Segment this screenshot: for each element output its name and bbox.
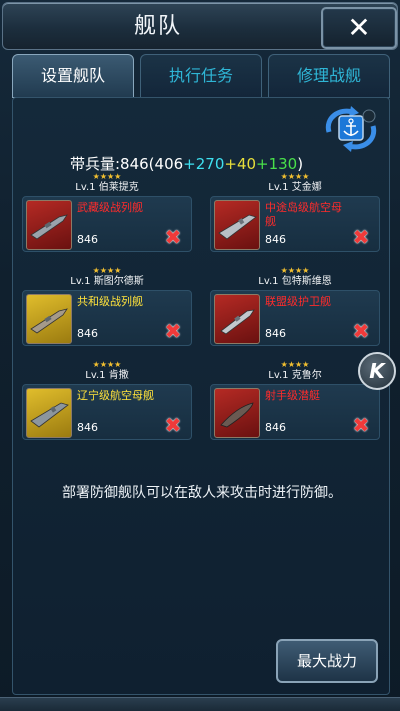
window-title: 舰队: [133, 14, 182, 39]
fleet-slot-6: ★★★★ Lv.1 克鲁尔 射手级潜艇 846 ✖: [210, 360, 380, 440]
tab-repair-warship[interactable]: 修理战舰: [268, 54, 390, 98]
commander-name: Lv.1 肯撒: [85, 370, 129, 381]
ship-name: 联盟级护卫舰: [265, 295, 331, 308]
battleship-thumbnail: [26, 294, 72, 344]
ship-card[interactable]: 联盟级护卫舰 846 ✖: [210, 290, 380, 346]
ship-power: 846: [265, 327, 286, 340]
ship-name: 武藏级战列舰: [77, 201, 143, 214]
tab-setup-fleet[interactable]: 设置舰队: [12, 54, 134, 98]
star-rating: ★★★★: [92, 266, 122, 275]
remove-icon[interactable]: ✖: [351, 321, 371, 341]
bottom-border: [0, 697, 400, 711]
troop-bonus-3: +130: [256, 155, 298, 173]
troop-bonus-1: +270: [183, 155, 225, 173]
commander-level: ★★★★ Lv.1 艾金娜: [210, 172, 380, 196]
ship-name: 共和级战列舰: [77, 295, 143, 308]
ship-card[interactable]: 中途岛级航空母舰 846 ✖: [210, 196, 380, 252]
star-rating: ★★★★: [280, 172, 310, 181]
anchor-swap-icon[interactable]: [321, 104, 381, 154]
battleship-thumbnail: [26, 200, 72, 250]
max-power-button[interactable]: 最大战力: [276, 639, 378, 683]
fleet-slot-4: ★★★★ Lv.1 包特斯维恩 联盟级护卫舰 846 ✖: [210, 266, 380, 346]
fleet-window: 舰队 ✕ 设置舰队 执行任务 修理战舰 带兵量:846(406+270+40+1…: [0, 0, 400, 711]
troop-capacity: 带兵量:846(406+270+40+130): [70, 153, 303, 173]
title-bar: 舰队 ✕: [2, 2, 398, 50]
troop-bonus-2: +40: [224, 155, 257, 173]
star-rating: ★★★★: [92, 172, 122, 181]
close-button[interactable]: ✕: [321, 7, 397, 49]
carrier-thumbnail: [26, 388, 72, 438]
commander-level: ★★★★ Lv.1 包特斯维恩: [210, 266, 380, 290]
submarine-thumbnail: [214, 388, 260, 438]
tab-bar: 设置舰队 执行任务 修理战舰: [12, 54, 392, 98]
fleet-slot-1: ★★★★ Lv.1 伯莱提克 武藏级战列舰 846 ✖: [22, 172, 192, 252]
star-rating: ★★★★: [280, 266, 310, 275]
ship-card[interactable]: 射手级潜艇 846 ✖: [210, 384, 380, 440]
carrier-thumbnail: [214, 200, 260, 250]
ship-power: 846: [265, 233, 286, 246]
defense-hint: 部署防御舰队可以在敌人来攻击时进行防御。: [62, 485, 342, 501]
remove-icon[interactable]: ✖: [163, 321, 183, 341]
close-icon: ✕: [347, 11, 371, 44]
ship-power: 846: [77, 421, 98, 434]
fleet-slot-3: ★★★★ Lv.1 斯图尔德斯 共和级战列舰 846 ✖: [22, 266, 192, 346]
ship-name: 中途岛级航空母舰: [265, 201, 342, 228]
star-rating: ★★★★: [280, 360, 310, 369]
ship-name: 辽宁级航空母舰: [77, 389, 154, 402]
tab-execute-mission[interactable]: 执行任务: [140, 54, 262, 98]
k-float-icon[interactable]: K: [358, 352, 396, 390]
commander-name: Lv.1 伯莱提克: [75, 182, 139, 193]
fleet-slot-5: ★★★★ Lv.1 肯撒 辽宁级航空母舰 846 ✖: [22, 360, 192, 440]
commander-level: ★★★★ Lv.1 克鲁尔: [210, 360, 380, 384]
commander-level: ★★★★ Lv.1 伯莱提克: [22, 172, 192, 196]
fleet-slot-2: ★★★★ Lv.1 艾金娜 中途岛级航空母舰 846 ✖: [210, 172, 380, 252]
ship-name: 射手级潜艇: [265, 389, 320, 402]
remove-icon[interactable]: ✖: [163, 227, 183, 247]
commander-name: Lv.1 克鲁尔: [268, 370, 322, 381]
ship-power: 846: [77, 327, 98, 340]
ship-power: 846: [265, 421, 286, 434]
ship-card[interactable]: 共和级战列舰 846 ✖: [22, 290, 192, 346]
ship-card[interactable]: 武藏级战列舰 846 ✖: [22, 196, 192, 252]
troop-suffix: ): [297, 155, 304, 173]
ship-card[interactable]: 辽宁级航空母舰 846 ✖: [22, 384, 192, 440]
remove-icon[interactable]: ✖: [351, 227, 371, 247]
troop-base: 带兵量:846(406: [70, 155, 184, 173]
star-rating: ★★★★: [92, 360, 122, 369]
ship-power: 846: [77, 233, 98, 246]
commander-name: Lv.1 包特斯维恩: [258, 276, 332, 287]
commander-level: ★★★★ Lv.1 斯图尔德斯: [22, 266, 192, 290]
remove-icon[interactable]: ✖: [351, 415, 371, 435]
frigate-thumbnail: [214, 294, 260, 344]
commander-level: ★★★★ Lv.1 肯撒: [22, 360, 192, 384]
commander-name: Lv.1 艾金娜: [268, 182, 322, 193]
commander-name: Lv.1 斯图尔德斯: [70, 276, 144, 287]
remove-icon[interactable]: ✖: [163, 415, 183, 435]
